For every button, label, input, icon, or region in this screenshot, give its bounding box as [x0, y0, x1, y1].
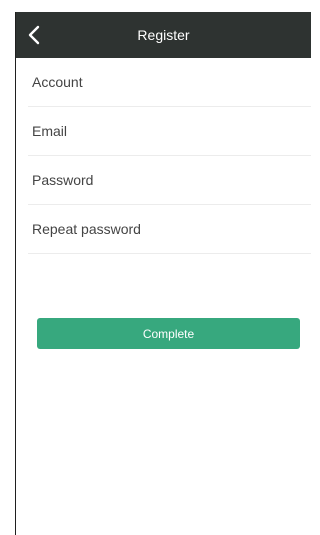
status-bar-area [0, 0, 311, 12]
email-input[interactable] [32, 107, 302, 155]
repeat-password-input[interactable] [32, 205, 302, 253]
register-screen: Register Complete [0, 0, 311, 535]
navigation-bar: Register [16, 12, 311, 58]
email-row [16, 107, 311, 156]
row-divider [28, 253, 311, 254]
account-input[interactable] [32, 58, 302, 106]
password-row [16, 156, 311, 205]
account-row [16, 58, 311, 107]
register-form [16, 58, 311, 254]
complete-button[interactable]: Complete [37, 318, 300, 349]
repeat-password-row [16, 205, 311, 254]
password-input[interactable] [32, 156, 302, 204]
page-title: Register [137, 27, 190, 43]
